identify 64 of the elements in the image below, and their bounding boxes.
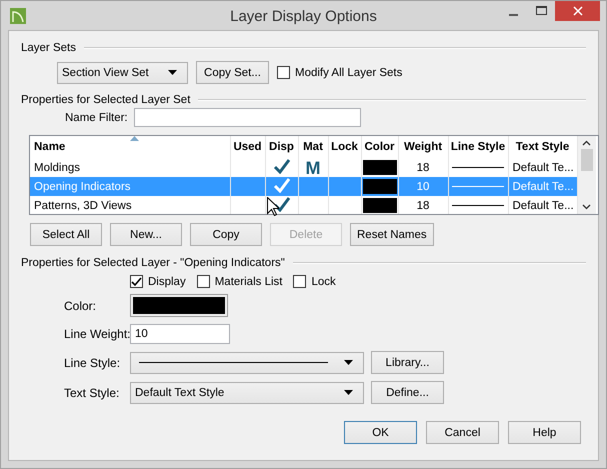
name-filter-field[interactable] [134, 108, 361, 127]
checkbox[interactable]: Modify All Layer Sets [277, 66, 402, 79]
group-heading: Layer Sets [21, 42, 76, 54]
line-style-label: Line Style: [64, 356, 122, 370]
dialog-button[interactable]: Help [508, 421, 581, 444]
scroll-thumb[interactable] [580, 149, 592, 171]
copy-set-button[interactable]: Copy Set... [196, 61, 269, 84]
column-header[interactable]: Disp [265, 136, 298, 158]
name-cell: Patterns, 3D Views [30, 196, 230, 214]
caret-icon [344, 390, 353, 395]
column-header[interactable]: Weight [398, 136, 448, 158]
maximize-icon [536, 6, 546, 16]
checkmark-icon [131, 276, 142, 286]
materials-mark: M [306, 158, 320, 178]
window-title: Layer Display Options [230, 8, 377, 25]
layer-set-dropdown[interactable]: Section View Set [57, 62, 188, 84]
close-button[interactable] [555, 1, 600, 21]
app-icon [10, 8, 26, 24]
checkbox[interactable]: Materials List [196, 275, 282, 288]
line-style-sample [452, 167, 504, 168]
define-button[interactable]: Define... [371, 381, 444, 404]
scrollbar[interactable] [578, 136, 596, 214]
text-style-dropdown[interactable]: Default Text Style [130, 382, 364, 404]
column-header[interactable]: Mat [298, 136, 328, 158]
text-style-label: Text Style: [64, 386, 120, 400]
text-style-cell: Default Te... [508, 177, 577, 196]
scroll-down-icon [582, 204, 591, 210]
close-icon [572, 6, 582, 16]
name-filter-label: Name Filter: [65, 112, 128, 124]
scroll-up-icon [582, 140, 591, 146]
column-header[interactable]: Line Style [448, 136, 508, 158]
line-style-sample [452, 186, 504, 187]
text-style-cell: Default Te... [508, 196, 577, 214]
caret-icon [344, 360, 353, 365]
checkmark-icon [272, 196, 290, 212]
library-button[interactable]: Library... [371, 351, 444, 374]
line-weight-field[interactable]: 10 [130, 324, 230, 344]
group-heading: Properties for Selected Layer Set [21, 94, 190, 106]
color-label: Color: [64, 298, 98, 312]
sort-arrow-icon [130, 136, 139, 141]
column-header[interactable]: Color [361, 136, 398, 158]
table-action-button[interactable]: Reset Names [350, 223, 434, 246]
group-heading: Properties for Selected Layer - "Opening Indicators" [21, 257, 285, 269]
table-action-button[interactable]: New... [110, 223, 182, 246]
weight-cell: 18 [398, 196, 448, 214]
table-action-button[interactable]: Copy [190, 223, 262, 246]
checkbox[interactable]: Display [130, 275, 186, 288]
minimize-icon [508, 14, 518, 16]
checkmark-icon [272, 158, 290, 174]
column-header[interactable]: Text Style [508, 136, 577, 158]
checkbox[interactable]: Lock [293, 275, 336, 288]
weight-cell: 10 [398, 177, 448, 196]
name-cell: Opening Indicators [30, 177, 230, 196]
color-button[interactable] [130, 294, 228, 317]
column-header[interactable]: Used [230, 136, 265, 158]
column-header[interactable]: Lock [328, 136, 361, 158]
table-action-button[interactable]: Select All [30, 223, 102, 246]
checkmark-icon [272, 177, 290, 193]
line-weight-label: Line Weight: [64, 327, 130, 341]
dialog-button[interactable]: Cancel [426, 421, 499, 444]
dialog-button[interactable]: OK [344, 421, 417, 444]
caret-icon [168, 70, 177, 75]
line-style-dropdown[interactable] [130, 352, 364, 374]
line-style-sample [452, 205, 504, 206]
